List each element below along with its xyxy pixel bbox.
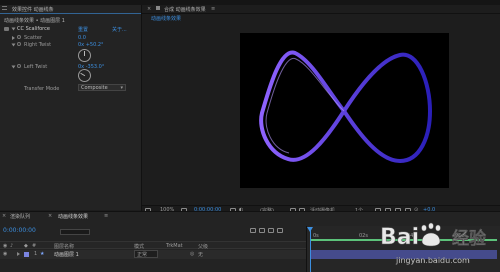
prop-scatter-value[interactable]: 0.0: [78, 35, 86, 41]
composition-tab[interactable]: 合成 动画线条效果: [164, 6, 206, 13]
mode-select[interactable]: 正常: [134, 250, 158, 258]
timeline-timecode[interactable]: 0:00:00:00: [3, 227, 36, 234]
expand-prop-icon[interactable]: [11, 65, 16, 71]
svg-text:Bai: Bai: [380, 225, 419, 250]
column-parent: 父级: [198, 244, 209, 250]
playhead-handle[interactable]: [307, 227, 313, 232]
breadcrumb: 动画线条效果 • 动画图层 1: [4, 18, 65, 24]
comp-timeline-tab[interactable]: 动画线条效果: [58, 213, 88, 220]
close-icon[interactable]: ×: [147, 6, 151, 12]
render-queue-tab[interactable]: 渲染队列: [10, 213, 30, 220]
reset-link[interactable]: 重置: [78, 26, 88, 33]
column-trkmat: TrkMat: [166, 243, 183, 249]
panel-menu-icon[interactable]: ≡: [211, 6, 215, 12]
prop-right-twist-label: Right Twist: [24, 42, 52, 48]
switches-icons[interactable]: [250, 228, 283, 235]
column-layer-name: 图层名称: [54, 244, 75, 250]
layer-header-row: ◉ ♪ ◆ # 图层名称 模式 TrkMat 父级: [0, 241, 306, 250]
fx-badge-icon[interactable]: [4, 27, 9, 31]
close-icon[interactable]: ×: [48, 213, 52, 219]
infinity-ribbon-graphic: [259, 50, 432, 163]
search-input[interactable]: [60, 229, 90, 235]
prop-scatter-label: Scatter: [24, 35, 43, 41]
stopwatch-icon[interactable]: [17, 42, 21, 46]
composition-canvas[interactable]: [240, 33, 449, 188]
audio-icon[interactable]: ♪: [10, 243, 13, 249]
watermark-brand-text: 经验: [452, 229, 486, 249]
playhead[interactable]: [310, 229, 311, 272]
stopwatch-icon[interactable]: [17, 64, 21, 68]
ribbon-highlight: [265, 58, 345, 154]
about-link[interactable]: 关于...: [112, 26, 127, 33]
baidu-logo: Bai: [380, 222, 441, 250]
parent-value[interactable]: 无: [198, 251, 203, 258]
table-row[interactable]: ◉ 1 ★ 动画图层 1 正常 ◎ 无: [0, 250, 306, 259]
prop-left-twist-label: Left Twist: [24, 64, 48, 70]
lock-icon[interactable]: [156, 6, 160, 10]
column-mode: 模式: [134, 244, 145, 250]
watermark: Bai 经验 jingyan.baidu.com: [380, 220, 498, 270]
watermark-url: jingyan.baidu.com: [396, 256, 470, 265]
transfer-mode-value: Composite: [81, 85, 108, 91]
star-icon: ★: [40, 251, 45, 257]
chevron-down-icon: ▾: [120, 85, 123, 91]
label-icon[interactable]: ◆: [24, 243, 28, 249]
eye-icon[interactable]: ◉: [3, 251, 7, 257]
expand-prop-icon[interactable]: [11, 43, 16, 49]
tab-underline: [0, 13, 141, 14]
prop-transfer-mode-label: Transfer Mode: [24, 86, 60, 92]
stopwatch-icon[interactable]: [17, 35, 21, 39]
close-icon[interactable]: ×: [2, 213, 6, 219]
effect-controls-tab[interactable]: 效果控件 动画线条: [12, 6, 54, 13]
composition-panel: × 合成 动画线条效果 ≡ 动画线条效果 100% 0:00:00:00 ◐ (…: [142, 5, 500, 215]
mode-value: 正常: [137, 252, 148, 258]
number-icon: #: [32, 243, 37, 249]
layer-color-label[interactable]: [24, 252, 29, 257]
ribbon-path: [259, 50, 432, 163]
prop-right-twist-value[interactable]: 0x +50.2°: [78, 42, 104, 48]
layer-name[interactable]: 动画图层 1: [54, 251, 79, 258]
right-twist-dial[interactable]: [78, 49, 91, 62]
stopwatch-icon[interactable]: [12, 36, 15, 42]
tab-divider: [142, 13, 500, 14]
expand-effect-icon[interactable]: [11, 27, 16, 33]
pickwhip-icon[interactable]: ◎: [190, 251, 194, 257]
transfer-mode-select[interactable]: Composite ▾: [78, 84, 126, 91]
panel-menu-icon[interactable]: [2, 6, 7, 10]
expand-layer-icon[interactable]: [17, 252, 20, 258]
effect-controls-panel: 效果控件 动画线条 动画线条效果 • 动画图层 1 CC Scaliforce …: [0, 5, 141, 210]
composition-subtab[interactable]: 动画线条效果: [151, 15, 181, 22]
effect-name: CC Scaliforce: [17, 26, 50, 32]
eye-icon[interactable]: ◉: [3, 243, 7, 249]
panel-menu-icon[interactable]: ≡: [104, 213, 108, 219]
layer-number: 1: [34, 251, 38, 257]
